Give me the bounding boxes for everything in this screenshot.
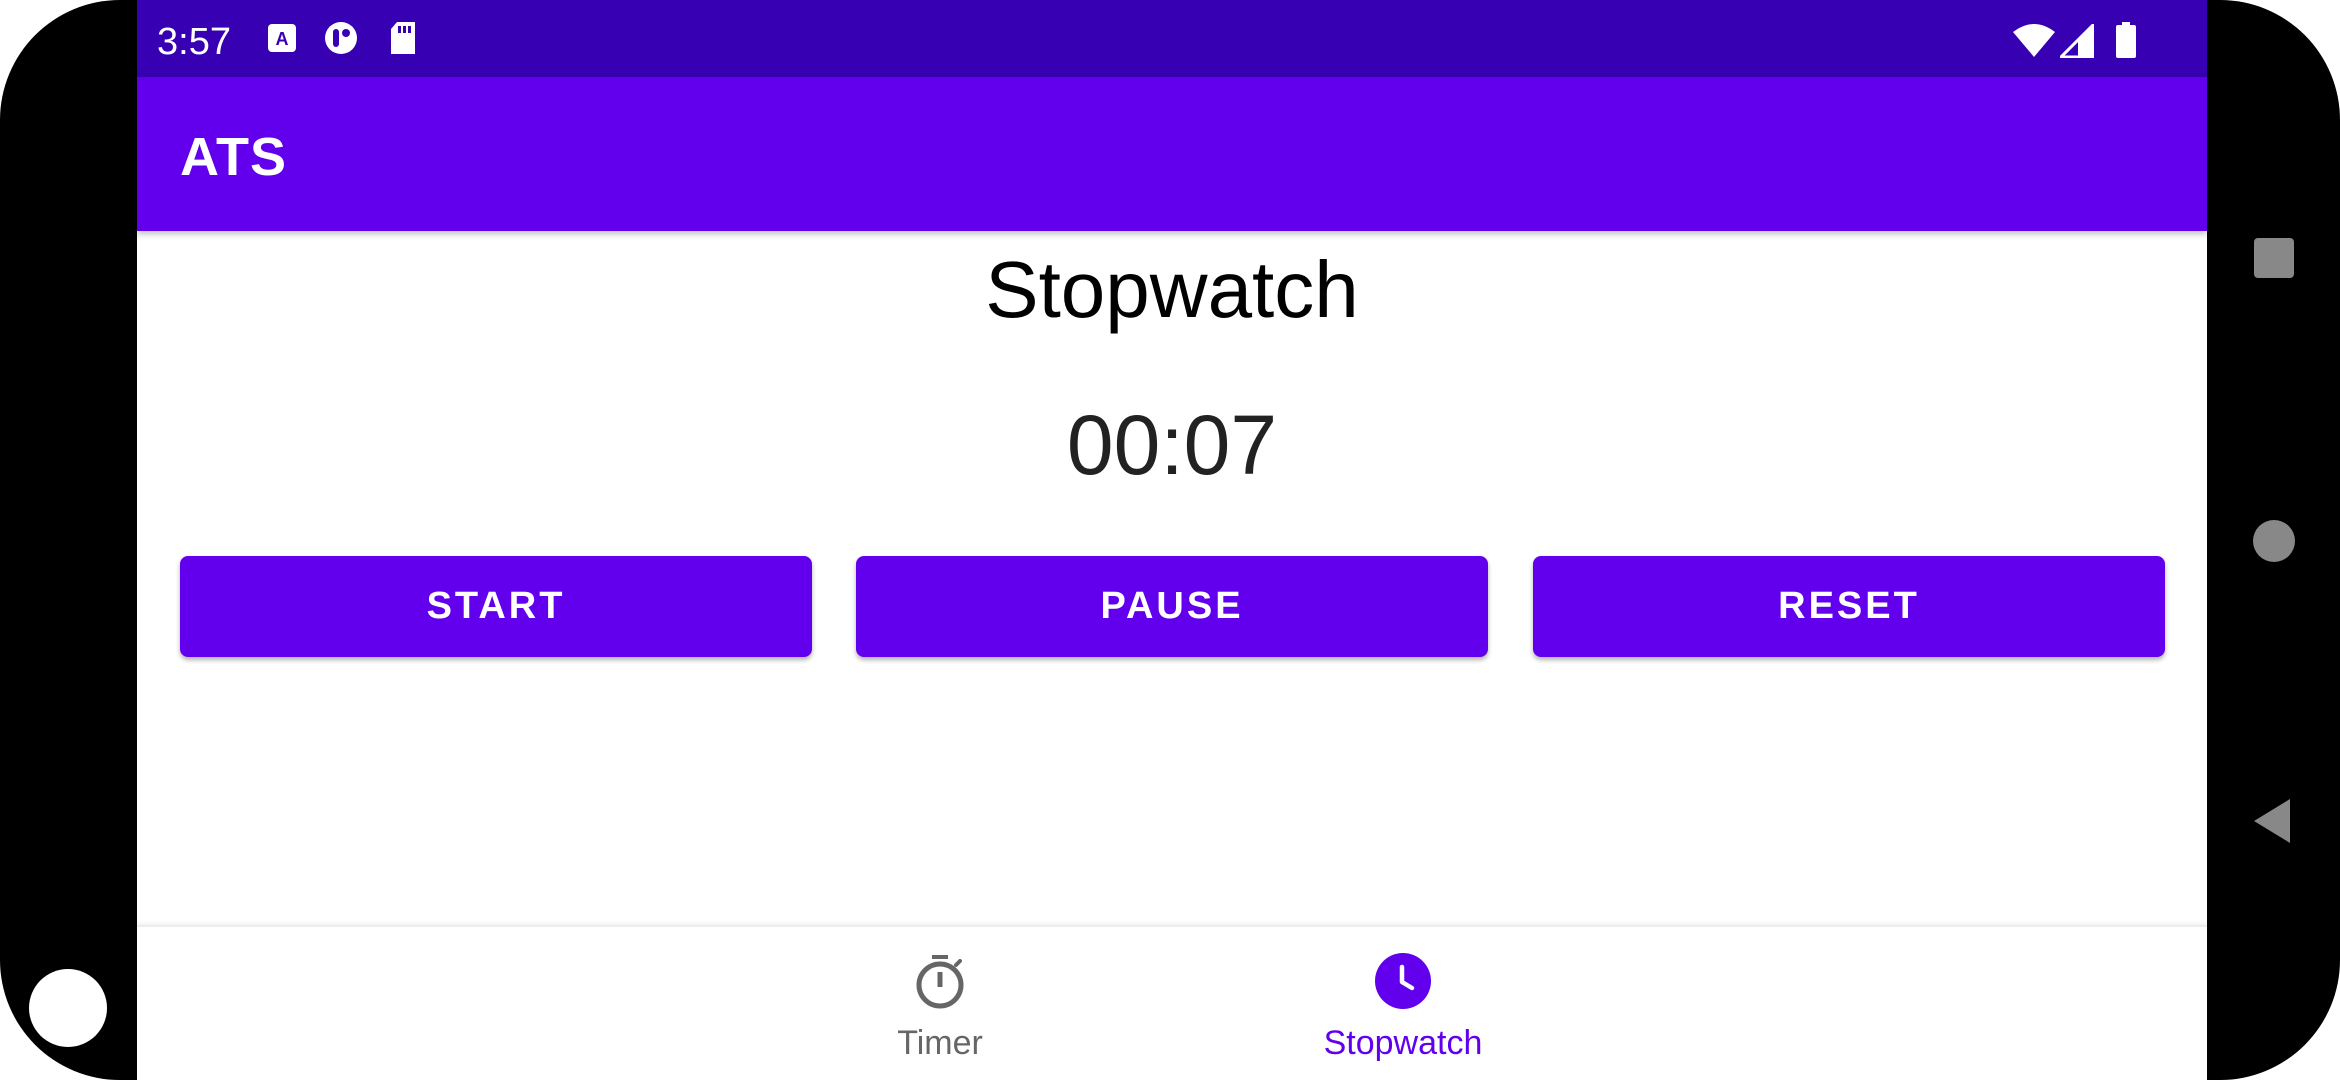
status-time: 3:57: [157, 21, 231, 63]
page-title: Stopwatch: [985, 245, 1359, 334]
signal-icon: [2060, 24, 2094, 58]
clock-icon: [1375, 953, 1431, 1009]
reset-button[interactable]: RESET: [1533, 556, 2165, 657]
floating-circle-icon[interactable]: [29, 969, 107, 1047]
home-icon[interactable]: [2253, 520, 2295, 562]
keyboard-a-icon: A: [268, 24, 296, 52]
status-bar: 3:57 A: [137, 0, 2207, 77]
nav-label-stopwatch: Stopwatch: [1323, 1024, 1483, 1062]
back-icon[interactable]: [2250, 797, 2294, 845]
start-button[interactable]: START: [180, 556, 812, 657]
app-bar: ATS: [137, 77, 2207, 231]
media-icon: [325, 22, 357, 54]
nav-label-timer: Timer: [897, 1024, 983, 1062]
battery-icon: [2116, 22, 2136, 58]
timer-icon: [916, 955, 964, 1009]
svg-text:A: A: [276, 29, 289, 49]
pause-button[interactable]: PAUSE: [856, 556, 1488, 657]
wifi-icon: [2013, 24, 2055, 57]
sd-card-icon: [391, 22, 415, 54]
elapsed-time: 00:07: [1066, 398, 1278, 492]
nav-item-stopwatch[interactable]: Stopwatch: [1253, 927, 1553, 1080]
recents-icon[interactable]: [2254, 238, 2294, 278]
app-title: ATS: [180, 127, 287, 187]
device-frame-left: [0, 0, 137, 1080]
app-screen: 3:57 A ATS Stopwatch 00:07 START PAUSE R…: [137, 0, 2207, 1080]
bottom-navigation: Timer Stopwatch: [137, 925, 2207, 1080]
nav-item-timer[interactable]: Timer: [790, 927, 1090, 1080]
